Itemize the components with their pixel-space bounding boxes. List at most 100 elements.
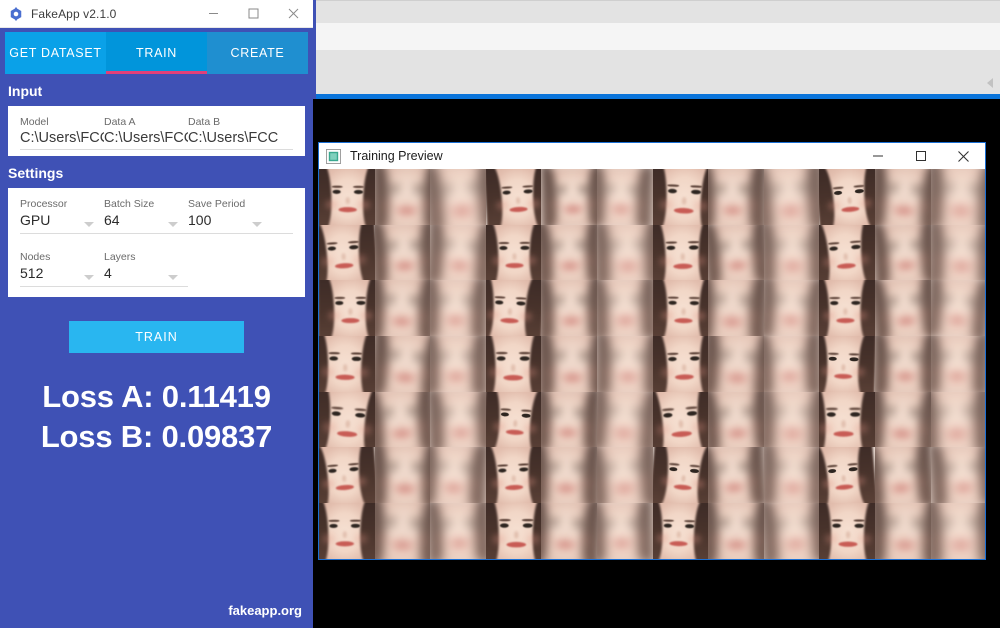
preview-cell-original	[652, 447, 709, 504]
settings-row-2: Nodes 512 Layers 4	[20, 251, 188, 287]
input-section-title: Input	[8, 83, 43, 99]
preview-cell-recon2	[430, 391, 486, 448]
preview-cell-original	[485, 336, 542, 392]
data-b-label: Data B	[188, 116, 221, 128]
loss-readout: Loss A: 0.11419 Loss B: 0.09837	[0, 377, 313, 456]
preview-cell-original	[485, 447, 542, 504]
preview-cell-recon	[541, 336, 597, 392]
tab-bar: GET DATASET TRAIN CREATE	[0, 28, 313, 74]
preview-cell-original	[652, 169, 709, 225]
preview-cell-recon	[708, 224, 764, 281]
preview-cell-recon2	[430, 169, 486, 225]
app-footer-link[interactable]: fakeapp.org	[228, 603, 302, 618]
tab-create[interactable]: CREATE	[207, 32, 308, 74]
chevron-down-icon[interactable]	[168, 222, 178, 227]
preview-cell-original	[319, 224, 375, 281]
fakeapp-hex-icon	[10, 7, 22, 20]
minimize-icon[interactable]	[193, 0, 233, 27]
preview-cell-recon	[374, 391, 431, 448]
preview-cell-recon	[874, 447, 931, 504]
preview-cell-original	[819, 169, 875, 225]
chevron-down-icon[interactable]	[84, 275, 94, 280]
loss-a: Loss A: 0.11419	[42, 379, 271, 414]
background-window-top-rule	[316, 0, 1000, 1]
background-window-bottom-rule	[316, 94, 1000, 99]
nodes-select[interactable]: Nodes 512	[20, 251, 104, 286]
settings-row-1: Processor GPU Batch Size 64 Save Period …	[20, 198, 293, 234]
preview-cell-recon	[708, 447, 764, 504]
app-title: FakeApp v2.1.0	[31, 6, 117, 21]
preview-cell-recon	[708, 169, 764, 225]
model-label: Model	[20, 116, 49, 128]
preview-cell-recon2	[763, 224, 820, 281]
preview-cell-original	[652, 280, 709, 337]
close-icon[interactable]	[942, 143, 985, 169]
preview-cell-recon2	[930, 503, 985, 559]
nodes-label: Nodes	[20, 251, 51, 263]
preview-title: Training Preview	[350, 149, 443, 163]
tab-get-dataset[interactable]: GET DATASET	[5, 32, 106, 74]
preview-cell-recon2	[930, 447, 985, 504]
preview-cell-recon2	[763, 280, 820, 337]
preview-cell-recon	[541, 391, 597, 448]
maximize-icon[interactable]	[233, 0, 273, 27]
preview-cell-original	[819, 503, 875, 559]
preview-cell-recon2	[430, 503, 486, 559]
settings-section-title: Settings	[8, 165, 64, 181]
chevron-down-icon[interactable]	[168, 275, 178, 280]
preview-cell-recon	[874, 280, 931, 337]
preview-cell-original	[319, 447, 375, 504]
processor-select[interactable]: Processor GPU	[20, 198, 104, 233]
batch-size-select[interactable]: Batch Size 64	[104, 198, 188, 233]
screen: FakeApp v2.1.0 GET DATASET TRAIN CREATE …	[0, 0, 1000, 628]
chevron-down-icon[interactable]	[84, 222, 94, 227]
preview-cell-recon	[374, 503, 431, 559]
layers-select[interactable]: Layers 4	[104, 251, 188, 286]
batch-size-label: Batch Size	[104, 198, 155, 210]
preview-cell-recon2	[596, 280, 653, 337]
preview-cell-recon	[541, 447, 597, 504]
data-b-path-field[interactable]: Data B C:\Users\FCC	[188, 116, 289, 146]
preview-cell-recon2	[596, 224, 653, 281]
tab-create-label: CREATE	[230, 46, 285, 60]
data-a-path-field[interactable]: Data A C:\Users\FCCC	[104, 116, 188, 146]
preview-titlebar[interactable]: Training Preview	[319, 143, 985, 169]
preview-cell-original	[319, 280, 375, 337]
preview-cell-original	[652, 391, 709, 448]
save-period-select[interactable]: Save Period 100	[188, 198, 272, 233]
preview-cell-recon	[374, 280, 431, 337]
preview-cell-recon	[708, 503, 764, 559]
processor-label: Processor	[20, 198, 68, 210]
preview-cell-recon2	[930, 391, 985, 448]
close-icon[interactable]	[273, 0, 313, 27]
training-preview-grid-area	[319, 169, 985, 559]
preview-cell-recon	[541, 503, 597, 559]
layers-label: Layers	[104, 251, 136, 263]
loss-b: Loss B: 0.09837	[40, 418, 273, 454]
train-button[interactable]: TRAIN	[69, 321, 244, 353]
preview-cell-original	[485, 280, 542, 337]
model-path-field[interactable]: Model C:\Users\FCCC	[20, 116, 104, 146]
train-button-wrap: TRAIN	[0, 321, 313, 353]
preview-cell-recon	[708, 280, 764, 337]
preview-cell-original	[485, 169, 542, 225]
preview-cell-original	[485, 503, 542, 559]
preview-cell-recon	[374, 336, 431, 392]
preview-cell-recon	[708, 391, 764, 448]
face-grid	[319, 169, 985, 559]
preview-cell-recon2	[763, 336, 820, 392]
chevron-left-icon[interactable]	[987, 78, 993, 88]
preview-cell-recon	[874, 391, 931, 448]
maximize-icon[interactable]	[899, 143, 942, 169]
app-titlebar[interactable]: FakeApp v2.1.0	[0, 0, 313, 28]
preview-cell-original	[819, 336, 875, 392]
preview-cell-recon2	[930, 280, 985, 337]
background-window[interactable]	[313, 0, 1000, 99]
tab-train[interactable]: TRAIN	[106, 32, 207, 74]
chevron-down-icon[interactable]	[252, 222, 262, 227]
preview-cell-original	[819, 280, 875, 337]
save-period-label: Save Period	[188, 198, 246, 210]
preview-cell-recon	[541, 280, 597, 337]
fakeapp-window: FakeApp v2.1.0 GET DATASET TRAIN CREATE …	[0, 0, 313, 628]
minimize-icon[interactable]	[856, 143, 899, 169]
